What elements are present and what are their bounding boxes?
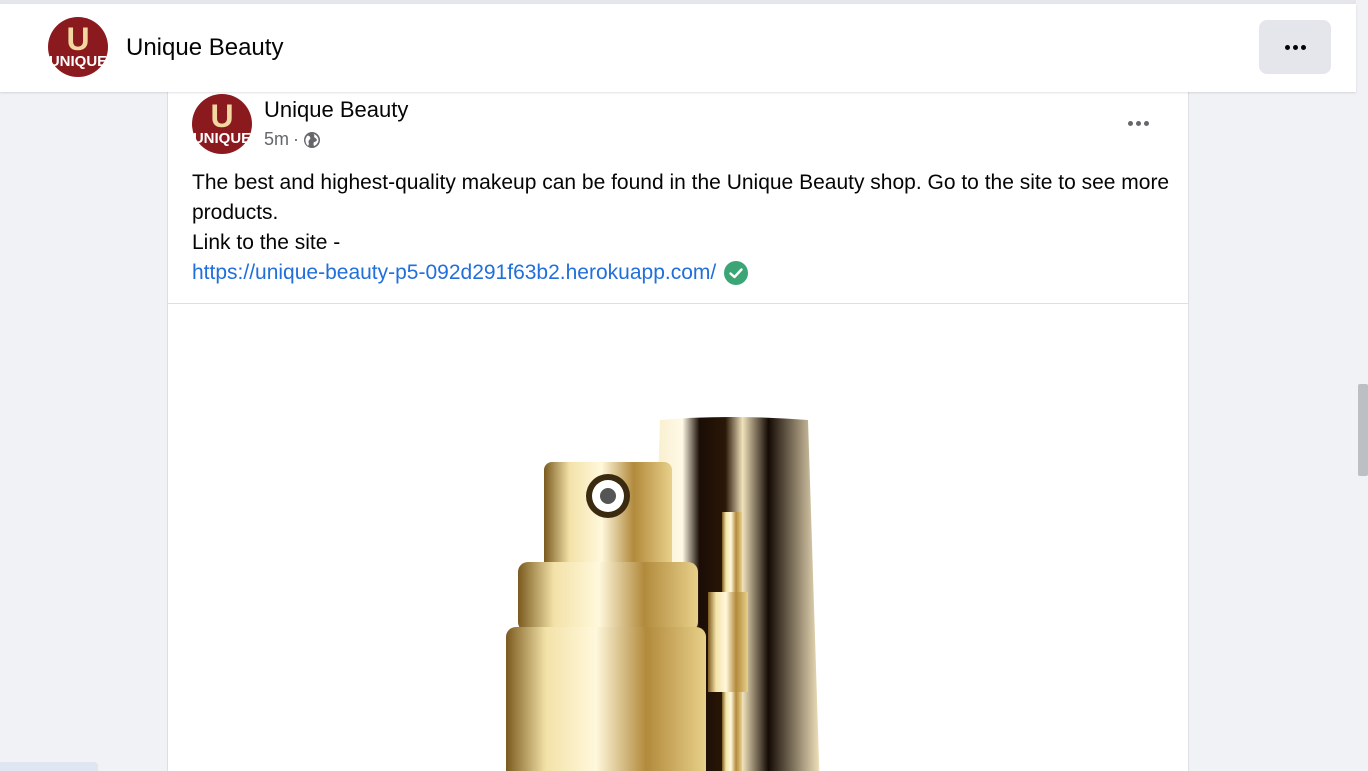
page-header: U UNIQUE Unique Beauty <box>0 4 1356 92</box>
post-link[interactable]: https://unique-beauty-p5-092d291f63b2.he… <box>192 261 716 284</box>
meta-separator: · <box>293 129 300 149</box>
more-horizontal-icon <box>1284 44 1306 50</box>
page-title[interactable]: Unique Beauty <box>126 34 283 62</box>
verified-check-icon <box>724 261 749 286</box>
post-text-line2: Link to the site - <box>192 231 341 254</box>
page-avatar[interactable]: U UNIQUE <box>48 17 108 77</box>
bottom-panel-tab[interactable] <box>0 762 98 771</box>
post-author-avatar[interactable]: U UNIQUE <box>192 94 252 154</box>
post-more-button[interactable] <box>1114 108 1162 138</box>
svg-text:UNIQUE: UNIQUE <box>193 130 251 147</box>
product-image[interactable] <box>468 412 918 771</box>
svg-text:U: U <box>210 98 233 134</box>
header-more-button[interactable] <box>1259 20 1331 74</box>
post-text-line1: The best and highest-quality makeup can … <box>192 171 1170 224</box>
svg-text:UNIQUE: UNIQUE <box>49 53 107 70</box>
more-horizontal-icon <box>1127 120 1149 126</box>
post-meta: 5m · <box>264 129 321 150</box>
post-body: The best and highest-quality makeup can … <box>192 168 1172 288</box>
globe-icon[interactable] <box>303 131 321 149</box>
scrollbar-thumb[interactable] <box>1358 384 1368 476</box>
svg-text:U: U <box>66 21 89 57</box>
post-timestamp[interactable]: 5m <box>264 129 289 150</box>
post-author-name[interactable]: Unique Beauty <box>264 97 408 123</box>
post-card: U UNIQUE Unique Beauty 5m · The best and… <box>167 92 1189 771</box>
post-divider <box>168 303 1188 304</box>
